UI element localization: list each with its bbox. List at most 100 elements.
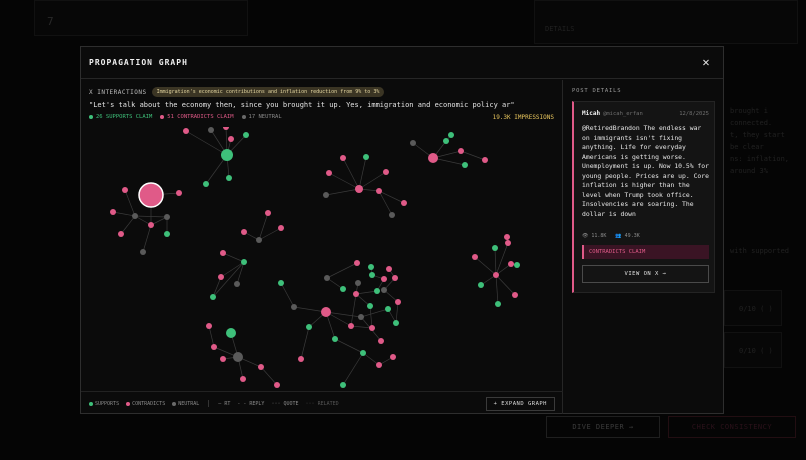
- supports-node[interactable]: [492, 245, 498, 251]
- contradicts-node[interactable]: [265, 210, 271, 216]
- contradicts-node[interactable]: [211, 344, 217, 350]
- graph-canvas[interactable]: [81, 127, 563, 392]
- contradicts-node[interactable]: [390, 354, 396, 360]
- contradicts-node[interactable]: [298, 356, 304, 362]
- neutral-node[interactable]: [323, 192, 329, 198]
- contradicts-node[interactable]: [482, 157, 488, 163]
- close-icon[interactable]: ✕: [699, 55, 713, 69]
- contradicts-node[interactable]: [392, 275, 398, 281]
- supports-node[interactable]: [243, 132, 249, 138]
- neutral-node[interactable]: [164, 214, 170, 220]
- supports-node[interactable]: [226, 175, 232, 181]
- neutral-node[interactable]: [132, 213, 138, 219]
- contradicts-node[interactable]: [401, 200, 407, 206]
- contradicts-node[interactable]: [148, 222, 154, 228]
- contradicts-node[interactable]: [240, 376, 246, 382]
- contradicts-node[interactable]: [183, 128, 189, 134]
- contradicts-node[interactable]: [138, 182, 164, 208]
- supports-node[interactable]: [369, 272, 375, 278]
- supports-node[interactable]: [495, 301, 501, 307]
- neutral-node[interactable]: [410, 140, 416, 146]
- contradicts-node[interactable]: [505, 240, 511, 246]
- contradicts-node[interactable]: [378, 338, 384, 344]
- contradicts-node[interactable]: [321, 307, 331, 317]
- legend-neutral: NEUTRAL: [172, 401, 199, 407]
- contradicts-node[interactable]: [176, 190, 182, 196]
- supports-node[interactable]: [393, 320, 399, 326]
- neutral-node[interactable]: [140, 249, 146, 255]
- post-details-panel: POST DETAILS Micah @micah_erfan 12/8/202…: [564, 80, 724, 414]
- contradicts-node[interactable]: [274, 382, 280, 388]
- neutral-node[interactable]: [324, 275, 330, 281]
- contradicts-node[interactable]: [278, 225, 284, 231]
- contradicts-node[interactable]: [504, 234, 510, 240]
- supports-node[interactable]: [443, 138, 449, 144]
- supports-node[interactable]: [374, 288, 380, 294]
- contradicts-node[interactable]: [110, 209, 116, 215]
- contradicts-count-label: 51 CONTRADICTS CLAIM: [167, 114, 234, 120]
- expand-graph-button[interactable]: + EXPAND GRAPH: [485, 397, 555, 411]
- propagation-graph[interactable]: [81, 127, 563, 392]
- supports-node[interactable]: [332, 336, 338, 342]
- contradicts-node[interactable]: [458, 148, 464, 154]
- contradicts-node[interactable]: [472, 254, 478, 260]
- neutral-node[interactable]: [256, 237, 262, 243]
- contradicts-node[interactable]: [340, 155, 346, 161]
- contradicts-node[interactable]: [326, 170, 332, 176]
- neutral-node[interactable]: [389, 212, 395, 218]
- contradicts-node[interactable]: [493, 272, 499, 278]
- contradicts-dot-icon: [126, 401, 131, 406]
- contradicts-node[interactable]: [122, 187, 128, 193]
- contradicts-node[interactable]: [218, 274, 224, 280]
- contradicts-node[interactable]: [220, 250, 226, 256]
- supports-node[interactable]: [278, 280, 284, 286]
- neutral-node[interactable]: [234, 281, 240, 287]
- neutral-node[interactable]: [291, 304, 297, 310]
- supports-node[interactable]: [226, 328, 236, 338]
- supports-node[interactable]: [363, 154, 369, 160]
- contradicts-node[interactable]: [383, 169, 389, 175]
- view-on-x-button[interactable]: VIEW ON X →: [582, 265, 709, 283]
- supports-node[interactable]: [306, 324, 312, 330]
- supports-node[interactable]: [203, 181, 209, 187]
- contradicts-node[interactable]: [348, 323, 354, 329]
- contradicts-node[interactable]: [354, 260, 360, 266]
- supports-node[interactable]: [360, 350, 366, 356]
- contradicts-node[interactable]: [428, 153, 438, 163]
- contradicts-node[interactable]: [220, 356, 226, 362]
- contradicts-node[interactable]: [223, 127, 229, 130]
- supports-node[interactable]: [385, 306, 391, 312]
- contradicts-node[interactable]: [228, 136, 234, 142]
- contradicts-node[interactable]: [381, 276, 387, 282]
- neutral-node[interactable]: [208, 127, 214, 133]
- neutral-node[interactable]: [381, 287, 387, 293]
- supports-node[interactable]: [462, 162, 468, 168]
- contradicts-node[interactable]: [395, 299, 401, 305]
- contradicts-node[interactable]: [206, 323, 212, 329]
- contradicts-node[interactable]: [258, 364, 264, 370]
- neutral-node[interactable]: [233, 352, 243, 362]
- contradicts-node[interactable]: [386, 266, 392, 272]
- contradicts-node[interactable]: [376, 362, 382, 368]
- contradicts-node[interactable]: [512, 292, 518, 298]
- supports-node[interactable]: [478, 282, 484, 288]
- supports-node[interactable]: [448, 132, 454, 138]
- neutral-node[interactable]: [358, 314, 364, 320]
- contradicts-node[interactable]: [376, 188, 382, 194]
- supports-node[interactable]: [368, 264, 374, 270]
- contradicts-node[interactable]: [508, 261, 514, 267]
- contradicts-node[interactable]: [353, 291, 359, 297]
- supports-node[interactable]: [241, 259, 247, 265]
- supports-node[interactable]: [367, 303, 373, 309]
- supports-node[interactable]: [210, 294, 216, 300]
- contradicts-node[interactable]: [369, 325, 375, 331]
- supports-node[interactable]: [340, 382, 346, 388]
- contradicts-node[interactable]: [118, 231, 124, 237]
- supports-node[interactable]: [164, 231, 170, 237]
- neutral-node[interactable]: [355, 280, 361, 286]
- supports-node[interactable]: [514, 262, 520, 268]
- contradicts-node[interactable]: [241, 229, 247, 235]
- contradicts-node[interactable]: [355, 185, 363, 193]
- supports-node[interactable]: [221, 149, 233, 161]
- supports-node[interactable]: [340, 286, 346, 292]
